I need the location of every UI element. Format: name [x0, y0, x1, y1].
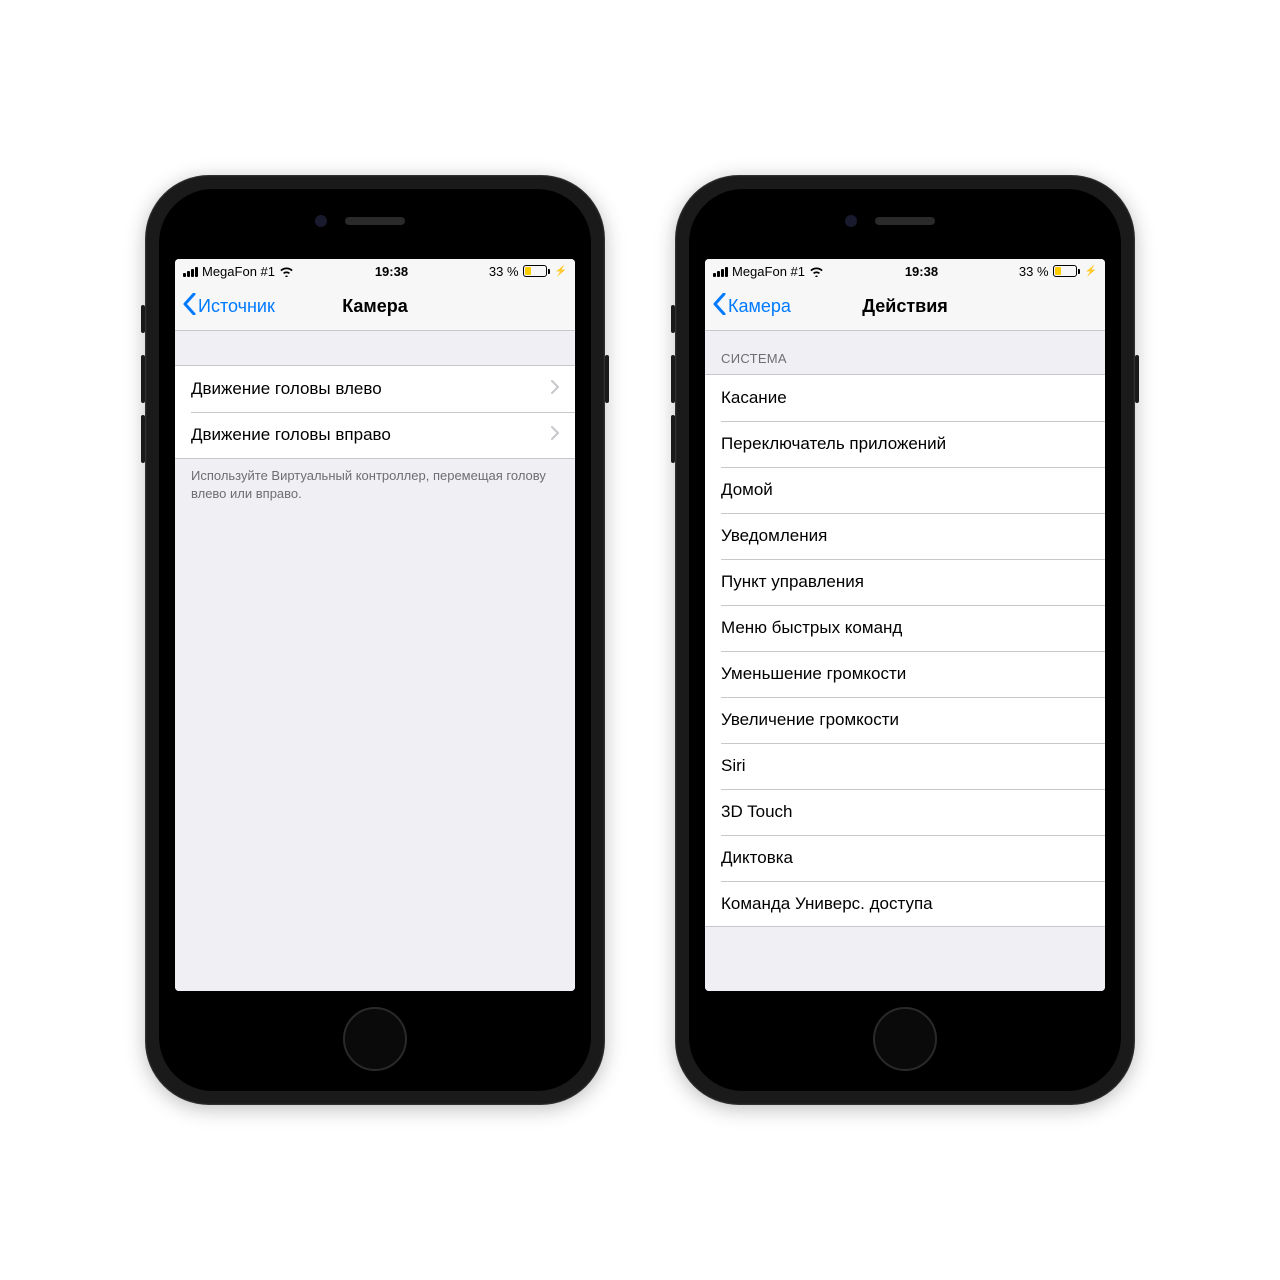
- cellular-signal-icon: [713, 266, 728, 277]
- back-button[interactable]: Источник: [183, 293, 275, 320]
- charging-icon: ⚡: [1085, 266, 1097, 277]
- group-footer: Используйте Виртуальный контроллер, пере…: [175, 459, 575, 510]
- status-bar: MegaFon #1 19:38 33 % ⚡: [705, 259, 1105, 283]
- mute-switch: [671, 305, 675, 333]
- chevron-left-icon: [183, 293, 196, 320]
- row-label: Домой: [721, 480, 773, 500]
- front-camera: [315, 215, 327, 227]
- battery-icon: [1053, 265, 1080, 277]
- action-row[interactable]: Меню быстрых команд: [705, 605, 1105, 651]
- wifi-icon: [809, 266, 824, 277]
- chevron-right-icon: [551, 379, 559, 399]
- row-label: Переключатель приложений: [721, 434, 946, 454]
- chevron-left-icon: [713, 293, 726, 320]
- row-label: Пункт управления: [721, 572, 864, 592]
- row-label: Касание: [721, 388, 787, 408]
- action-row[interactable]: Уведомления: [705, 513, 1105, 559]
- carrier-label: MegaFon #1: [732, 264, 805, 279]
- row-head-left[interactable]: Движение головы влево: [175, 366, 575, 412]
- back-button[interactable]: Камера: [713, 293, 791, 320]
- carrier-label: MegaFon #1: [202, 264, 275, 279]
- row-label: Движение головы вправо: [191, 425, 391, 445]
- earpiece-speaker: [875, 217, 935, 225]
- action-row[interactable]: Команда Универс. доступа: [705, 881, 1105, 927]
- home-button[interactable]: [873, 1007, 937, 1071]
- row-label: Меню быстрых команд: [721, 618, 902, 638]
- settings-group: Движение головы влево Движение головы вп…: [175, 365, 575, 459]
- row-label: 3D Touch: [721, 802, 793, 822]
- volume-up-button: [671, 355, 675, 403]
- row-label: Команда Универс. доступа: [721, 894, 933, 914]
- mute-switch: [141, 305, 145, 333]
- action-row[interactable]: Домой: [705, 467, 1105, 513]
- content-area: Движение головы влево Движение головы вп…: [175, 331, 575, 991]
- volume-up-button: [141, 355, 145, 403]
- page-title: Действия: [862, 296, 948, 317]
- iphone-device-left: MegaFon #1 19:38 33 % ⚡: [145, 175, 605, 1105]
- power-button: [605, 355, 609, 403]
- page-title: Камера: [342, 296, 408, 317]
- content-area[interactable]: СИСТЕМА Касание Переключатель приложений…: [705, 331, 1105, 991]
- back-label: Источник: [198, 296, 275, 317]
- navigation-bar: Источник Камера: [175, 283, 575, 331]
- action-row[interactable]: 3D Touch: [705, 789, 1105, 835]
- home-button[interactable]: [343, 1007, 407, 1071]
- row-label: Движение головы влево: [191, 379, 382, 399]
- action-row[interactable]: Увеличение громкости: [705, 697, 1105, 743]
- section-header: СИСТЕМА: [705, 331, 1105, 374]
- action-row[interactable]: Пункт управления: [705, 559, 1105, 605]
- front-camera: [845, 215, 857, 227]
- charging-icon: ⚡: [555, 266, 567, 277]
- battery-percent: 33 %: [1019, 264, 1049, 279]
- iphone-device-right: MegaFon #1 19:38 33 % ⚡: [675, 175, 1135, 1105]
- status-bar: MegaFon #1 19:38 33 % ⚡: [175, 259, 575, 283]
- power-button: [1135, 355, 1139, 403]
- action-row[interactable]: Переключатель приложений: [705, 421, 1105, 467]
- battery-icon: [523, 265, 550, 277]
- chevron-right-icon: [551, 425, 559, 445]
- action-row[interactable]: Siri: [705, 743, 1105, 789]
- action-row[interactable]: Касание: [705, 375, 1105, 421]
- clock: 19:38: [375, 264, 408, 279]
- screen: MegaFon #1 19:38 33 % ⚡: [175, 259, 575, 991]
- row-label: Диктовка: [721, 848, 793, 868]
- volume-down-button: [671, 415, 675, 463]
- row-label: Увеличение громкости: [721, 710, 899, 730]
- navigation-bar: Камера Действия: [705, 283, 1105, 331]
- volume-down-button: [141, 415, 145, 463]
- row-label: Уменьшение громкости: [721, 664, 906, 684]
- battery-percent: 33 %: [489, 264, 519, 279]
- row-head-right[interactable]: Движение головы вправо: [175, 412, 575, 458]
- actions-group: Касание Переключатель приложений Домой У…: [705, 374, 1105, 927]
- screen: MegaFon #1 19:38 33 % ⚡: [705, 259, 1105, 991]
- clock: 19:38: [905, 264, 938, 279]
- action-row[interactable]: Уменьшение громкости: [705, 651, 1105, 697]
- action-row[interactable]: Диктовка: [705, 835, 1105, 881]
- earpiece-speaker: [345, 217, 405, 225]
- row-label: Уведомления: [721, 526, 827, 546]
- wifi-icon: [279, 266, 294, 277]
- row-label: Siri: [721, 756, 746, 776]
- back-label: Камера: [728, 296, 791, 317]
- cellular-signal-icon: [183, 266, 198, 277]
